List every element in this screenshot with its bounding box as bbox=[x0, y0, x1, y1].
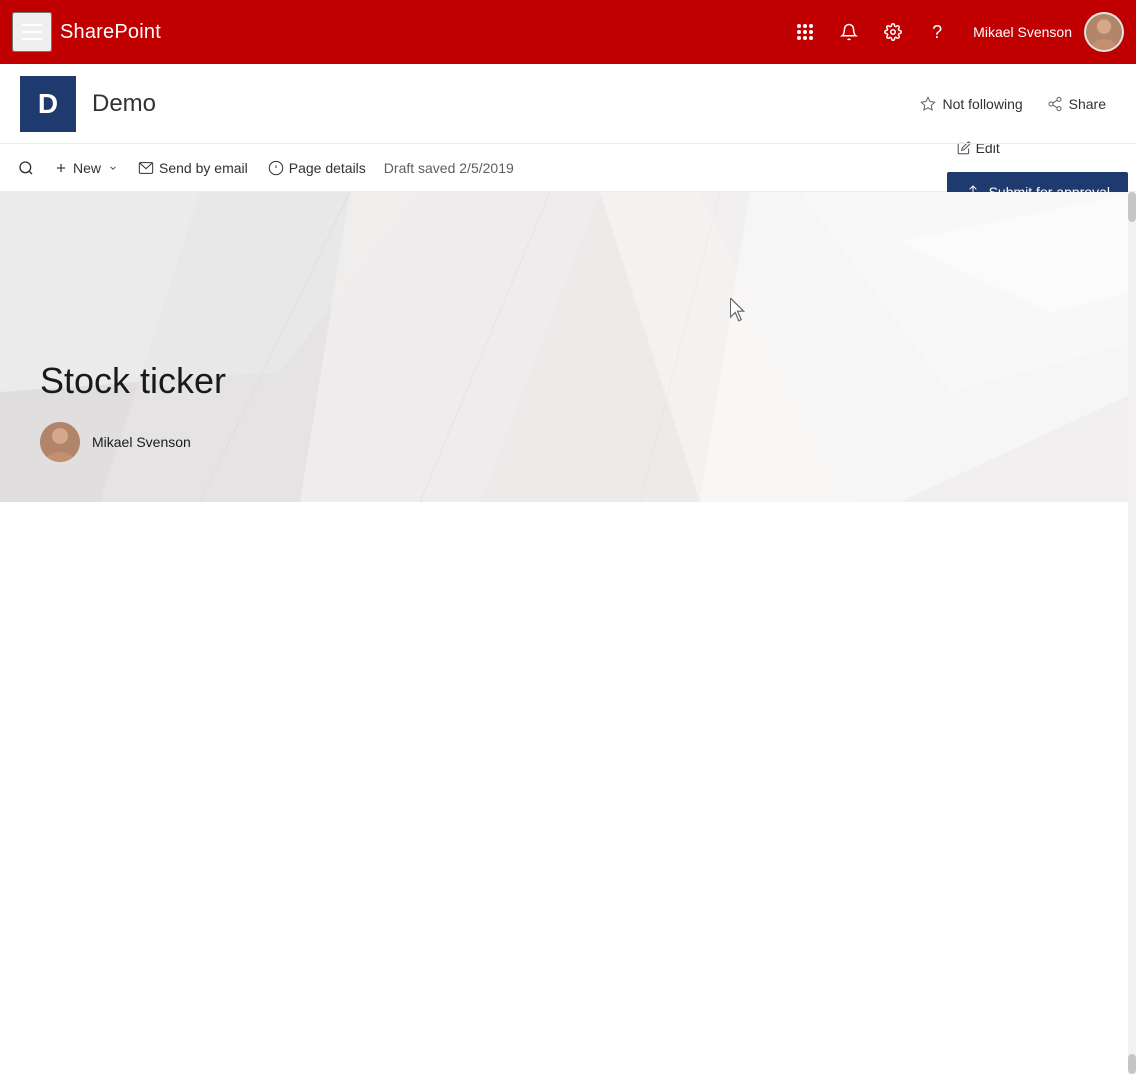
new-label: New bbox=[73, 160, 101, 176]
gear-icon bbox=[884, 23, 902, 41]
hero-content: Stock ticker Mikael Svenson bbox=[40, 360, 226, 462]
share-button[interactable]: Share bbox=[1037, 90, 1116, 118]
new-button[interactable]: New bbox=[44, 144, 128, 192]
chevron-down-icon bbox=[108, 163, 118, 173]
site-header: D Demo Not following Share bbox=[0, 64, 1136, 144]
bell-icon bbox=[840, 23, 858, 41]
scrollbar-track[interactable] bbox=[1128, 192, 1136, 502]
page-details-label: Page details bbox=[289, 160, 366, 176]
settings-icon-btn[interactable] bbox=[873, 12, 913, 52]
search-button[interactable] bbox=[8, 144, 44, 192]
send-email-button[interactable]: Send by email bbox=[128, 144, 258, 192]
author-name: Mikael Svenson bbox=[92, 434, 191, 450]
author-avatar bbox=[40, 422, 80, 462]
share-icon bbox=[1047, 96, 1063, 112]
notifications-icon-btn[interactable] bbox=[829, 12, 869, 52]
page-details-button[interactable]: Page details bbox=[258, 144, 376, 192]
scrollbar-thumb[interactable] bbox=[1128, 192, 1136, 222]
grid-dots-icon bbox=[797, 24, 813, 40]
search-icon bbox=[18, 160, 34, 176]
site-icon: D bbox=[20, 76, 76, 132]
email-icon bbox=[138, 160, 154, 176]
user-name: Mikael Svenson bbox=[973, 24, 1072, 40]
site-icon-letter: D bbox=[38, 88, 58, 120]
star-icon bbox=[920, 96, 936, 112]
site-title: Demo bbox=[92, 90, 156, 118]
user-avatar[interactable] bbox=[1084, 12, 1124, 52]
plus-icon bbox=[54, 161, 68, 175]
topbar: SharePoint ? Mikael Svenson bbox=[0, 0, 1136, 64]
follow-button[interactable]: Not following bbox=[910, 90, 1032, 118]
author-info: Mikael Svenson bbox=[40, 422, 226, 462]
help-icon-btn[interactable]: ? bbox=[917, 12, 957, 52]
main-content bbox=[0, 502, 1136, 1074]
follow-label: Not following bbox=[942, 96, 1022, 112]
right-scrollbar-thumb[interactable] bbox=[1128, 1054, 1136, 1074]
hamburger-menu[interactable] bbox=[12, 12, 52, 52]
draft-status: Draft saved 2/5/2019 bbox=[384, 160, 514, 176]
send-email-label: Send by email bbox=[159, 160, 248, 176]
help-icon: ? bbox=[932, 22, 942, 43]
brand-name: SharePoint bbox=[60, 21, 161, 44]
share-label: Share bbox=[1069, 96, 1106, 112]
page-details-icon bbox=[268, 160, 284, 176]
topbar-right: ? Mikael Svenson bbox=[785, 12, 1124, 52]
site-header-right: Not following Share bbox=[910, 90, 1116, 118]
right-scrollbar-track[interactable] bbox=[1128, 502, 1136, 1074]
toolbar: New Send by email Page details Draft sav… bbox=[0, 144, 1136, 192]
hero-section: Stock ticker Mikael Svenson bbox=[0, 192, 1136, 502]
apps-icon-btn[interactable] bbox=[785, 12, 825, 52]
page-title: Stock ticker bbox=[40, 360, 226, 402]
